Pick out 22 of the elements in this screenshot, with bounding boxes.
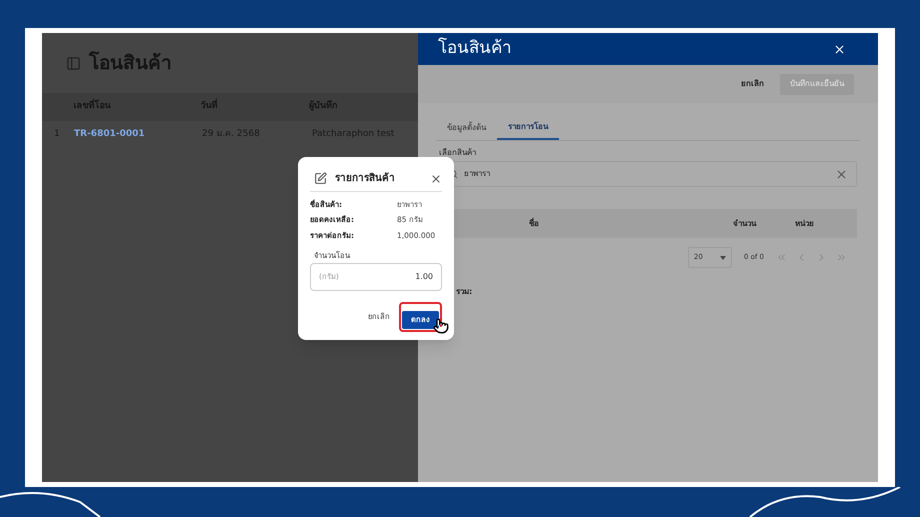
- field-label: เลือกสินค้า: [439, 147, 477, 159]
- tab[interactable]: ข้อมูลตั้งต้น: [436, 115, 497, 140]
- first-page-icon[interactable]: [776, 252, 787, 263]
- close-icon[interactable]: [833, 42, 846, 56]
- last-page-icon[interactable]: [836, 252, 847, 263]
- sidebar-icon[interactable]: [66, 56, 81, 70]
- close-icon[interactable]: [430, 172, 442, 184]
- drawer-title: โอนสินค้า: [438, 36, 512, 60]
- edit-icon: [314, 172, 327, 185]
- transfer-link[interactable]: TR-6801-0001: [74, 128, 202, 142]
- hand-cursor-icon: [433, 318, 449, 334]
- field-value: 1.00: [415, 271, 433, 283]
- column-header: จำนวน: [733, 218, 758, 230]
- dropdown-icon: [720, 256, 726, 260]
- column-header: ชื่อ: [528, 218, 540, 230]
- tab[interactable]: รายการโอน: [497, 115, 559, 140]
- dialog-title: รายการสินค้า: [335, 171, 396, 186]
- total-label: รวม:: [456, 286, 474, 298]
- field-value: ยาพารา: [464, 168, 491, 180]
- cancel-button[interactable]: ยกเลิก: [741, 78, 764, 90]
- column-header: หน่วย: [795, 218, 815, 230]
- clear-icon[interactable]: [835, 168, 848, 180]
